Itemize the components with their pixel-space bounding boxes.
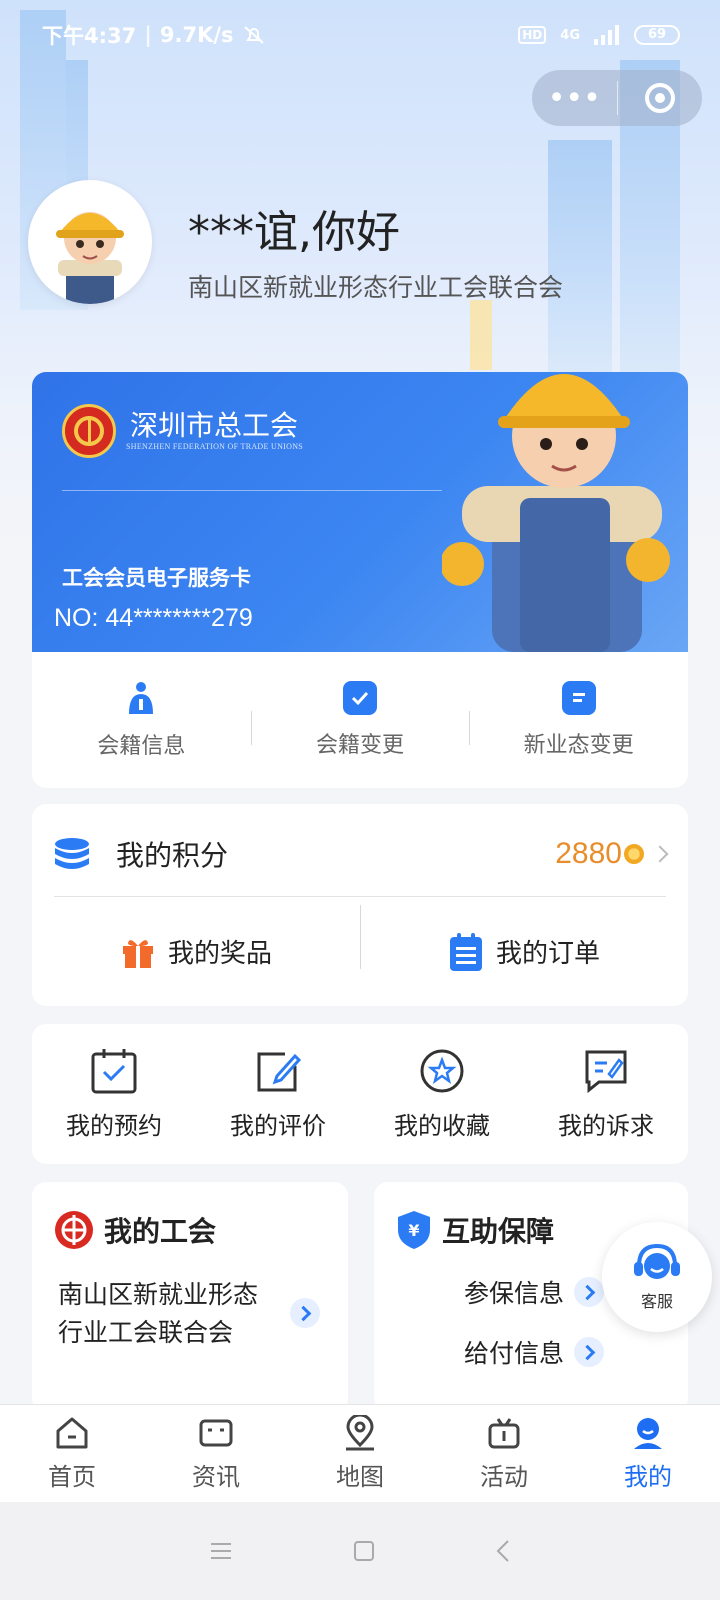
coin-icon	[624, 844, 644, 864]
tab-activity-label: 活动	[480, 1463, 528, 1491]
new-industry-change-label: 新业态变更	[523, 733, 634, 758]
card-org-name-en: SHENZHEN FEDERATION OF TRADE UNIONS	[126, 442, 304, 451]
payment-info-button[interactable]: 给付信息	[464, 1334, 605, 1370]
my-orders-label: 我的订单	[495, 939, 600, 969]
card-org-name: 深圳市总工会	[130, 409, 299, 442]
mutual-aid-title: 互助保障	[442, 1215, 555, 1248]
tab-mine-label: 我的	[624, 1463, 672, 1491]
network-type: 4G	[560, 27, 580, 43]
system-navigation-bar	[0, 1502, 720, 1600]
tab-home[interactable]: 首页	[0, 1405, 144, 1502]
hd-badge: HD	[518, 26, 547, 44]
payment-info-label: 给付信息	[464, 1339, 565, 1368]
my-prizes-label: 我的奖品	[167, 939, 272, 969]
star-icon	[420, 1049, 464, 1092]
member-card: 深圳市总工会 SHENZHEN FEDERATION OF TRADE UNIO…	[32, 372, 688, 788]
tab-news[interactable]: 资讯	[144, 1405, 288, 1502]
home-square-icon[interactable]	[353, 1540, 375, 1562]
my-requests-label: 我的诉求	[558, 1111, 654, 1140]
chevron-right-icon[interactable]	[290, 1298, 320, 1328]
avatar[interactable]	[28, 180, 152, 304]
membership-info-button[interactable]: 会籍信息	[32, 680, 251, 760]
svg-text:¥: ¥	[408, 1221, 419, 1240]
my-favorites-label: 我的收藏	[394, 1111, 490, 1140]
check-shield-icon	[343, 681, 377, 715]
my-union-name-line1: 南山区新就业形态	[58, 1280, 259, 1309]
my-union-title: 我的工会	[104, 1215, 217, 1248]
my-union-panel[interactable]: 我的工会 南山区新就业形态 行业工会联合会	[32, 1182, 348, 1412]
tab-mine[interactable]: 我的	[576, 1405, 720, 1502]
worker-mascot-icon	[442, 374, 670, 652]
back-icon[interactable]	[495, 1539, 511, 1563]
card-number: NO: 44********279	[54, 604, 253, 632]
headset-icon	[634, 1243, 680, 1279]
customer-service-label: 客服	[640, 1292, 673, 1311]
points-panel: 我的积分 2880 我的奖品 我的订单	[32, 804, 688, 1006]
map-pin-icon	[346, 1415, 374, 1451]
status-speed: 9.7K/s	[159, 23, 234, 47]
chevron-right-icon	[574, 1337, 605, 1367]
chevron-right-icon	[651, 845, 669, 863]
calendar-check-icon	[91, 1048, 137, 1093]
tab-map[interactable]: 地图	[288, 1405, 432, 1502]
union-badge-icon	[55, 1211, 93, 1249]
union-logo-icon	[62, 404, 116, 458]
my-appointments-button[interactable]: 我的预约	[32, 1048, 196, 1141]
membership-change-label: 会籍变更	[316, 733, 405, 758]
activity-icon	[488, 1418, 520, 1449]
points-value: 2880	[555, 837, 622, 870]
news-icon	[199, 1419, 233, 1447]
user-icon	[634, 1418, 662, 1449]
my-prizes-button[interactable]: 我的奖品	[32, 933, 360, 970]
bottom-tab-bar: 首页 资讯 地图 活动 我的	[0, 1404, 720, 1502]
my-reviews-button[interactable]: 我的评价	[196, 1048, 360, 1141]
message-edit-icon	[585, 1050, 627, 1093]
membership-change-button[interactable]: 会籍变更	[250, 681, 470, 759]
membership-info-label: 会籍信息	[97, 734, 186, 759]
status-time: 下午4:37	[42, 24, 137, 48]
battery-indicator: 69	[634, 25, 680, 45]
gift-icon	[122, 939, 153, 968]
document-icon	[561, 681, 596, 715]
greeting-text: ***谊,你好	[188, 207, 400, 258]
chevron-right-icon	[574, 1277, 605, 1307]
my-appointments-label: 我的预约	[66, 1111, 162, 1140]
new-industry-change-button[interactable]: 新业态变更	[469, 681, 688, 759]
card-title: 工会会员电子服务卡	[62, 566, 251, 590]
tab-map-label: 地图	[336, 1463, 384, 1491]
insurance-info-button[interactable]: 参保信息	[464, 1274, 605, 1310]
clipboard-list-icon	[449, 932, 482, 971]
points-label: 我的积分	[116, 839, 229, 872]
my-favorites-button[interactable]: 我的收藏	[360, 1048, 524, 1141]
shield-yen-icon: ¥	[398, 1211, 430, 1249]
insurance-info-label: 参保信息	[464, 1279, 565, 1308]
my-requests-button[interactable]: 我的诉求	[524, 1048, 688, 1141]
tab-home-label: 首页	[48, 1463, 96, 1491]
my-reviews-label: 我的评价	[230, 1111, 326, 1140]
my-orders-button[interactable]: 我的订单	[360, 904, 688, 971]
signal-icon	[594, 25, 619, 45]
person-info-icon	[129, 682, 154, 714]
my-union-name-line2: 行业工会联合会	[58, 1318, 234, 1347]
home-icon	[56, 1417, 88, 1449]
quick-links-panel: 我的预约 我的评价 我的收藏 我的诉求	[32, 1024, 688, 1164]
customer-service-button[interactable]: 客服	[602, 1222, 712, 1332]
target-close-icon[interactable]	[618, 70, 703, 126]
tab-activity[interactable]: 活动	[432, 1405, 576, 1502]
tab-news-label: 资讯	[192, 1463, 240, 1491]
union-subtitle: 南山区新就业形态行业工会联合会	[188, 273, 564, 302]
coins-stack-icon	[55, 838, 89, 869]
menu-icon[interactable]	[209, 1540, 233, 1562]
my-points-row[interactable]: 我的积分 2880	[54, 826, 669, 882]
mini-program-capsule: •••	[532, 70, 702, 126]
edit-icon	[257, 1052, 301, 1091]
status-bar: 下午4:37 | 9.7K/s HD 4G 69	[0, 0, 720, 70]
my-union-name: 南山区新就业形态 行业工会联合会	[58, 1276, 278, 1352]
mute-bell-icon	[243, 26, 264, 44]
more-dots-icon[interactable]: •••	[532, 70, 617, 126]
